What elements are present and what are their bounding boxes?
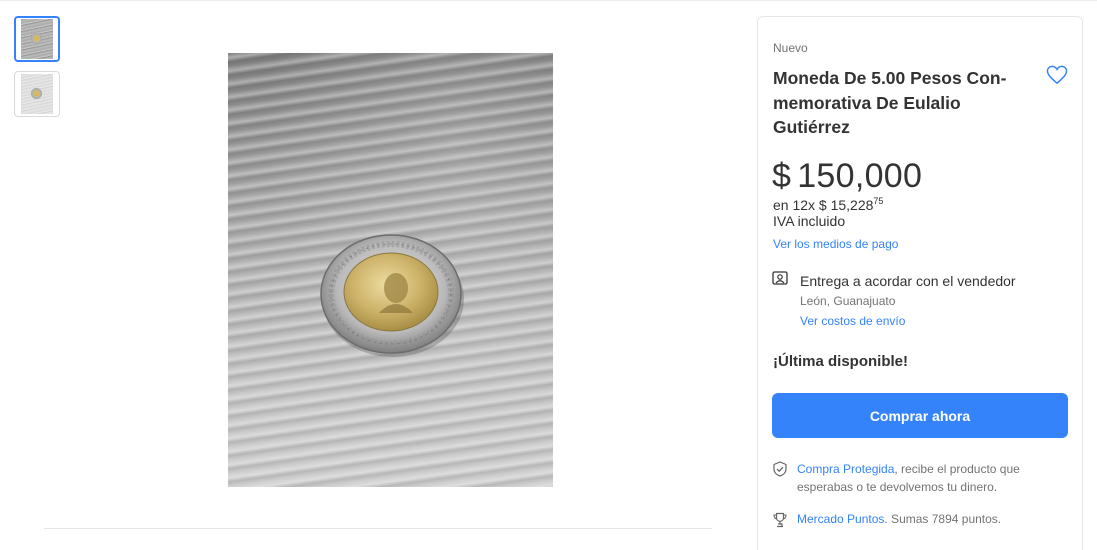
installments: en 12x $ 15,22875 (773, 196, 883, 213)
thumbnail-gallery (14, 16, 60, 126)
price: $150,000 (772, 157, 922, 196)
buy-now-button[interactable]: Comprar ahora (772, 393, 1068, 438)
shield-check-icon (773, 461, 787, 477)
iva-label: IVA incluido (773, 213, 846, 229)
coin-image (320, 234, 464, 357)
currency-symbol: $ (772, 157, 792, 195)
main-product-image[interactable] (228, 53, 553, 487)
protected-purchase-link[interactable]: Compra Protegida (797, 462, 894, 476)
installments-amount: en 12x $ 15,228 (773, 197, 874, 213)
shipping-costs-link[interactable]: Ver costos de envío (800, 314, 905, 328)
points-text: Mercado Puntos. Sumas 7894 puntos. (797, 512, 1001, 526)
installments-cents: 75 (873, 196, 884, 206)
thumbnail-image (21, 74, 53, 114)
mercado-points-link[interactable]: Mercado Puntos (797, 512, 884, 526)
content-divider (44, 528, 712, 529)
purchase-panel: Nuevo Moneda De 5.00 Pesos Con-memorativ… (757, 16, 1083, 550)
price-value: 150,000 (797, 157, 923, 195)
delivery-location: León, Guanajuato (800, 294, 896, 308)
payment-methods-link[interactable]: Ver los medios de pago (773, 237, 898, 251)
delivery-person-icon (772, 271, 788, 285)
points-description: . Sumas 7894 puntos. (884, 512, 1002, 526)
protection-text: Compra Protegida, recibe el producto que… (797, 460, 1067, 496)
thumbnail-image (21, 19, 53, 59)
condition-label: Nuevo (773, 41, 808, 55)
delivery-title: Entrega a acordar con el vendedor (800, 273, 1016, 289)
trophy-icon (773, 512, 787, 528)
product-title: Moneda De 5.00 Pesos Con-memorativa De E… (773, 68, 1007, 137)
heart-icon[interactable] (1046, 65, 1068, 85)
stock-label: ¡Última disponible! (773, 353, 908, 370)
top-divider (0, 0, 1097, 1)
thumbnail-1[interactable] (14, 16, 60, 62)
thumbnail-2[interactable] (14, 71, 60, 117)
